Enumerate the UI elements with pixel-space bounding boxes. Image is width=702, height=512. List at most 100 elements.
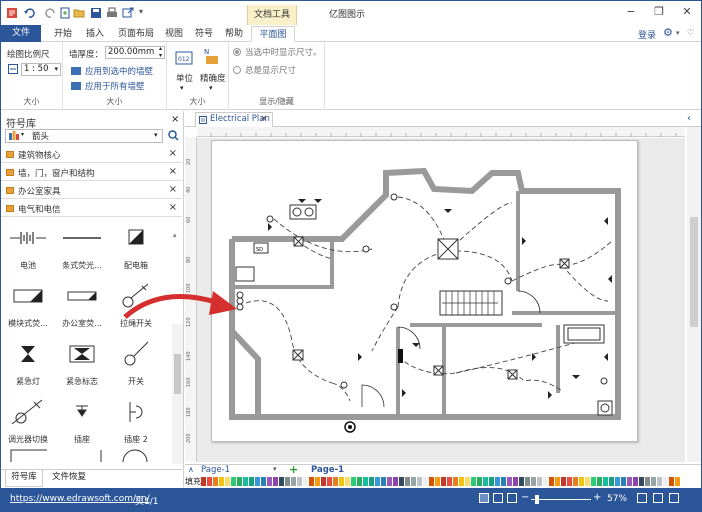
color-palette[interactable] — [201, 477, 689, 486]
symbol-strip-fluorescent[interactable]: 条式荧光... — [55, 216, 109, 274]
color-swatch[interactable] — [603, 477, 608, 486]
color-swatch[interactable] — [387, 477, 392, 486]
canvas-vertical-scrollbar[interactable] — [687, 127, 701, 462]
color-swatch[interactable] — [381, 477, 386, 486]
color-swatch[interactable] — [297, 477, 302, 486]
color-swatch[interactable] — [291, 477, 296, 486]
color-swatch[interactable] — [609, 477, 614, 486]
color-swatch[interactable] — [429, 477, 434, 486]
color-swatch[interactable] — [675, 477, 680, 486]
fullscreen-icon[interactable] — [669, 493, 679, 503]
symbol-distribution-box[interactable]: 配电箱 — [109, 216, 163, 274]
redo-icon[interactable] — [45, 7, 57, 19]
apply-all-walls-button[interactable]: 应用于所有墙壁 — [85, 80, 145, 92]
save-icon[interactable] — [90, 7, 102, 19]
close-icon[interactable]: × — [169, 202, 177, 213]
color-swatch[interactable] — [573, 477, 578, 486]
view-fullscreen-icon[interactable] — [507, 493, 517, 503]
color-swatch[interactable] — [501, 477, 506, 486]
add-page-button[interactable]: + — [289, 463, 298, 476]
door-swing[interactable] — [517, 290, 541, 314]
tab-symbol[interactable]: 符号 — [191, 26, 217, 42]
color-swatch[interactable] — [591, 477, 596, 486]
color-swatch[interactable] — [255, 477, 260, 486]
symbol-switch[interactable]: 开关 — [109, 332, 163, 390]
search-icon[interactable] — [168, 130, 179, 141]
color-swatch[interactable] — [525, 477, 530, 486]
precision-chevron-icon[interactable]: ▾ — [209, 84, 213, 92]
light-fixture[interactable] — [293, 236, 304, 247]
color-swatch[interactable] — [531, 477, 536, 486]
bathtub[interactable] — [563, 324, 605, 344]
color-swatch[interactable] — [315, 477, 320, 486]
color-swatch[interactable] — [285, 477, 290, 486]
color-swatch[interactable] — [249, 477, 254, 486]
symbol-modular-fluorescent[interactable]: 模块式荧... — [1, 274, 55, 332]
category-office-furniture[interactable]: 办公室家具 × — [1, 182, 182, 199]
color-swatch[interactable] — [597, 477, 602, 486]
light-fixture[interactable] — [437, 238, 459, 260]
close-icon[interactable]: × — [169, 184, 177, 195]
symbol-search-select[interactable]: ▾ 箭头 ▾ — [5, 129, 163, 143]
color-swatch[interactable] — [645, 477, 650, 486]
tab-file[interactable]: 文件 — [1, 25, 41, 42]
view-normal-icon[interactable] — [479, 493, 489, 503]
wall-thickness-input[interactable]: 200.00mm ▴ ▾ — [105, 45, 165, 59]
color-swatch[interactable] — [561, 477, 566, 486]
tab-electrical-plan[interactable]: Electrical Plan × — [195, 112, 273, 127]
symbol-office-fluorescent[interactable]: 办公室荧... — [55, 274, 109, 332]
symbol-emergency-sign[interactable]: 紧急标志 — [55, 332, 109, 390]
minimize-button[interactable]: − — [621, 4, 641, 20]
tab-start[interactable]: 开始 — [49, 26, 77, 42]
color-swatch[interactable] — [219, 477, 224, 486]
color-swatch[interactable] — [447, 477, 452, 486]
color-swatch[interactable] — [243, 477, 248, 486]
color-swatch[interactable] — [201, 477, 206, 486]
color-swatch[interactable] — [459, 477, 464, 486]
drawing-page[interactable]: SD — [211, 140, 638, 442]
color-swatch[interactable] — [369, 477, 374, 486]
sd-box[interactable]: SD — [253, 242, 269, 254]
settings-gear-icon[interactable]: ⚙ — [663, 26, 673, 39]
color-swatch[interactable] — [513, 477, 518, 486]
color-swatch[interactable] — [465, 477, 470, 486]
export-icon[interactable] — [122, 7, 134, 19]
light-fixture[interactable] — [292, 349, 304, 361]
tab-symbol-library[interactable]: 符号库 — [5, 470, 43, 487]
close-button[interactable]: ✕ — [677, 4, 697, 20]
stairs[interactable] — [439, 290, 503, 316]
color-swatch[interactable] — [621, 477, 626, 486]
color-swatch[interactable] — [339, 477, 344, 486]
category-walls-doors[interactable]: 墙，门，窗户和结构 × — [1, 164, 182, 181]
unit-chevron-icon[interactable]: ▾ — [180, 84, 184, 92]
color-swatch[interactable] — [633, 477, 638, 486]
color-swatch[interactable] — [273, 477, 278, 486]
color-swatch[interactable] — [639, 477, 644, 486]
precision-button[interactable]: 精确度 — [200, 72, 226, 84]
color-swatch[interactable] — [657, 477, 662, 486]
color-swatch[interactable] — [393, 477, 398, 486]
color-swatch[interactable] — [543, 477, 548, 486]
login-link[interactable]: 登录 — [638, 28, 656, 41]
electric-panel[interactable] — [398, 349, 403, 363]
color-swatch[interactable] — [303, 477, 308, 486]
restore-button[interactable]: ❐ — [649, 4, 669, 20]
color-swatch[interactable] — [207, 477, 212, 486]
symbol-battery[interactable]: 电池 — [1, 216, 55, 274]
color-swatch[interactable] — [567, 477, 572, 486]
color-swatch[interactable] — [477, 477, 482, 486]
settings-chevron-icon[interactable]: ▾ — [676, 29, 680, 37]
color-swatch[interactable] — [489, 477, 494, 486]
door-swing[interactable] — [361, 384, 385, 408]
page-nav-up-icon[interactable]: ∧ — [188, 465, 194, 474]
color-swatch[interactable] — [651, 477, 656, 486]
color-swatch[interactable] — [411, 477, 416, 486]
color-swatch[interactable] — [483, 477, 488, 486]
color-swatch[interactable] — [351, 477, 356, 486]
print-icon[interactable] — [106, 7, 118, 19]
color-swatch[interactable] — [423, 477, 428, 486]
color-swatch[interactable] — [495, 477, 500, 486]
color-swatch[interactable] — [519, 477, 524, 486]
tab-file-recovery[interactable]: 文件恢复 — [47, 470, 91, 487]
color-swatch[interactable] — [321, 477, 326, 486]
